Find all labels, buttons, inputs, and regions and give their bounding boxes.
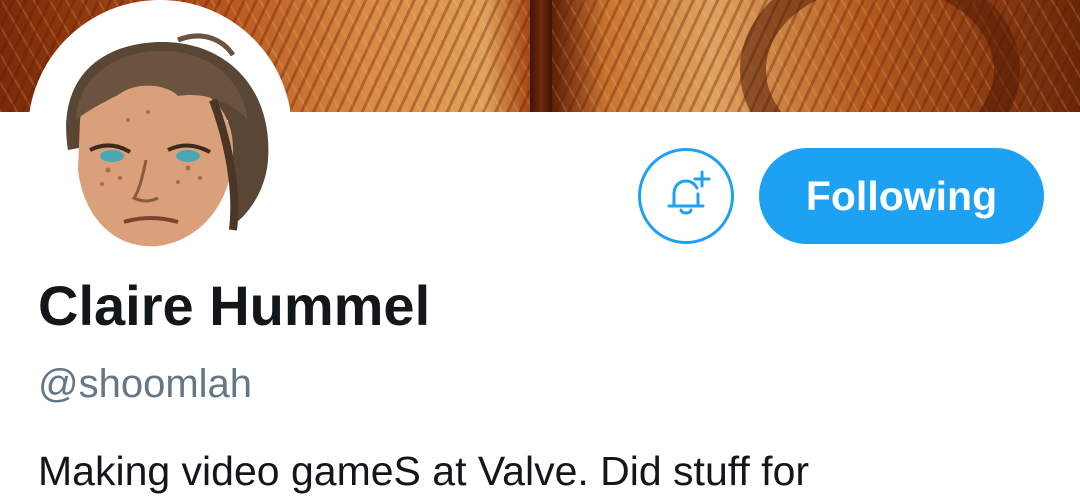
banner-arch-shape (740, 0, 1020, 112)
following-button[interactable]: Following (759, 148, 1044, 244)
banner-pole-shape (530, 0, 552, 112)
notifications-button[interactable] (638, 148, 734, 244)
bell-plus-icon (667, 170, 711, 215)
avatar-illustration (40, 16, 280, 256)
user-handle: @shoomlah (38, 362, 253, 406)
profile-avatar[interactable] (28, 0, 292, 264)
profile-bio: Making video gameS at Valve. Did stuff f… (38, 448, 810, 494)
display-name: Claire Hummel (38, 274, 431, 337)
